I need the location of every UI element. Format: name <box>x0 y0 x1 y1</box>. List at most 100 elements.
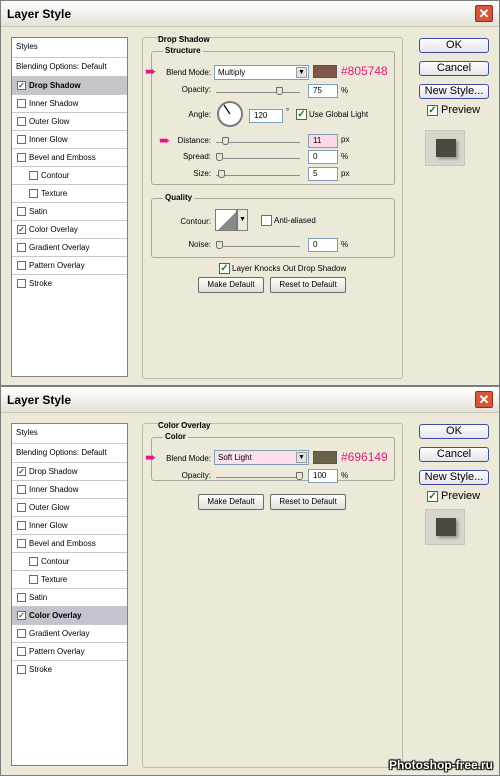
spread-slider-track[interactable] <box>216 158 300 159</box>
checkbox-icon[interactable] <box>29 171 38 180</box>
sidebar-item-gradient-overlay[interactable]: Gradient Overlay <box>12 625 127 643</box>
size-slider-track[interactable] <box>216 175 300 176</box>
checkbox-icon[interactable] <box>17 261 26 270</box>
sidebar-item-texture[interactable]: Texture <box>12 571 127 589</box>
close-icon[interactable]: ✕ <box>475 5 493 22</box>
preview-checkbox[interactable]: ✓ <box>427 105 438 116</box>
checkbox-icon[interactable] <box>17 243 26 252</box>
ok-button[interactable]: OK <box>419 38 489 53</box>
checkbox-icon[interactable] <box>17 539 26 548</box>
sidebar-item-color-overlay[interactable]: ✓ Color Overlay <box>12 607 127 625</box>
sidebar-item-satin[interactable]: Satin <box>12 589 127 607</box>
blend-mode-value: Soft Light <box>218 453 252 462</box>
make-default-button[interactable]: Make Default <box>198 277 264 293</box>
checkbox-icon[interactable] <box>17 153 26 162</box>
preview-thumbnail <box>425 509 465 545</box>
reset-to-default-button[interactable]: Reset to Default <box>270 277 346 293</box>
blend-mode-select[interactable]: Soft Light ▼ <box>214 450 309 465</box>
sidebar-item-bevel-emboss[interactable]: Bevel and Emboss <box>12 149 127 167</box>
sidebar-item-drop-shadow[interactable]: ✓ Drop Shadow <box>12 77 127 95</box>
title-bar: Layer Style ✕ <box>1 387 499 413</box>
sidebar-item-bevel-emboss[interactable]: Bevel and Emboss <box>12 535 127 553</box>
cancel-button[interactable]: Cancel <box>419 61 489 76</box>
sidebar-item-inner-shadow[interactable]: Inner Shadow <box>12 95 127 113</box>
use-global-light-checkbox[interactable]: ✓ <box>296 109 307 120</box>
checkbox-icon[interactable] <box>17 485 26 494</box>
reset-to-default-button[interactable]: Reset to Default <box>270 494 346 510</box>
sidebar-item-contour[interactable]: Contour <box>12 167 127 185</box>
checkbox-icon[interactable] <box>17 99 26 108</box>
anti-aliased-checkbox[interactable] <box>261 215 272 226</box>
checkbox-icon[interactable] <box>29 575 38 584</box>
checkbox-icon[interactable] <box>29 557 38 566</box>
sidebar-item-gradient-overlay[interactable]: Gradient Overlay <box>12 239 127 257</box>
ok-button[interactable]: OK <box>419 424 489 439</box>
checkbox-icon[interactable] <box>17 665 26 674</box>
distance-input[interactable]: 11 <box>308 134 338 148</box>
sidebar-item-contour[interactable]: Contour <box>12 553 127 571</box>
noise-slider-thumb[interactable] <box>216 241 223 249</box>
sidebar-styles[interactable]: Styles <box>12 38 127 58</box>
checkbox-icon[interactable] <box>17 593 26 602</box>
overlay-color-swatch[interactable] <box>313 451 337 464</box>
size-input[interactable]: 5 <box>308 167 338 181</box>
opacity-input[interactable]: 100 <box>308 469 338 483</box>
angle-input[interactable]: 120 <box>249 109 283 123</box>
opacity-input[interactable]: 75 <box>308 84 338 98</box>
checkbox-icon[interactable] <box>29 189 38 198</box>
sidebar-item-stroke[interactable]: Stroke <box>12 275 127 293</box>
sidebar-item-inner-glow[interactable]: Inner Glow <box>12 517 127 535</box>
checkbox-icon[interactable] <box>17 521 26 530</box>
sidebar-item-outer-glow[interactable]: Outer Glow <box>12 499 127 517</box>
sidebar-item-stroke[interactable]: Stroke <box>12 661 127 679</box>
checkbox-icon[interactable]: ✓ <box>17 225 26 234</box>
checkbox-icon[interactable] <box>17 135 26 144</box>
opacity-slider-thumb[interactable] <box>296 472 303 480</box>
checkbox-icon[interactable] <box>17 117 26 126</box>
opacity-slider-thumb[interactable] <box>276 87 283 95</box>
checkbox-icon[interactable] <box>17 503 26 512</box>
checkbox-icon[interactable] <box>17 647 26 656</box>
opacity-slider-track[interactable] <box>216 92 300 93</box>
contour-picker[interactable] <box>215 209 237 231</box>
cancel-button[interactable]: Cancel <box>419 447 489 462</box>
noise-label: Noise: <box>188 240 211 249</box>
preview-checkbox[interactable]: ✓ <box>427 491 438 502</box>
sidebar-blending-options[interactable]: Blending Options: Default <box>12 444 127 463</box>
sidebar-item-pattern-overlay[interactable]: Pattern Overlay <box>12 257 127 275</box>
close-icon[interactable]: ✕ <box>475 391 493 408</box>
distance-slider-thumb[interactable] <box>221 137 229 145</box>
sidebar-item-drop-shadow[interactable]: ✓ Drop Shadow <box>12 463 127 481</box>
sidebar-styles[interactable]: Styles <box>12 424 127 444</box>
sidebar-item-outer-glow[interactable]: Outer Glow <box>12 113 127 131</box>
noise-input[interactable]: 0 <box>308 238 338 252</box>
sidebar-item-satin[interactable]: Satin <box>12 203 127 221</box>
make-default-button[interactable]: Make Default <box>198 494 264 510</box>
checkbox-icon[interactable]: ✓ <box>17 467 26 476</box>
checkbox-icon[interactable] <box>17 279 26 288</box>
sidebar-item-texture[interactable]: Texture <box>12 185 127 203</box>
checkbox-icon[interactable] <box>17 207 26 216</box>
new-style-button[interactable]: New Style... <box>419 470 489 485</box>
sidebar-blending-options[interactable]: Blending Options: Default <box>12 58 127 77</box>
chevron-down-icon: ▼ <box>296 452 307 463</box>
sidebar-item-inner-glow[interactable]: Inner Glow <box>12 131 127 149</box>
size-slider-thumb[interactable] <box>218 170 226 178</box>
blend-mode-select[interactable]: Multiply ▼ <box>214 65 309 80</box>
checkbox-icon[interactable] <box>17 629 26 638</box>
checkbox-icon[interactable]: ✓ <box>17 81 26 90</box>
distance-slider-track[interactable] <box>216 142 300 143</box>
sidebar-item-color-overlay[interactable]: ✓ Color Overlay <box>12 221 127 239</box>
opacity-slider-track[interactable] <box>216 477 300 478</box>
sidebar-item-pattern-overlay[interactable]: Pattern Overlay <box>12 643 127 661</box>
knocks-out-checkbox[interactable]: ✓ <box>219 263 230 274</box>
new-style-button[interactable]: New Style... <box>419 84 489 99</box>
shadow-color-swatch[interactable] <box>313 65 337 78</box>
chevron-down-icon[interactable]: ▼ <box>237 209 248 231</box>
spread-slider-thumb[interactable] <box>216 153 223 161</box>
checkbox-icon[interactable]: ✓ <box>17 611 26 620</box>
spread-input[interactable]: 0 <box>308 150 338 164</box>
angle-dial[interactable] <box>217 101 243 127</box>
noise-slider-track[interactable] <box>216 246 300 247</box>
sidebar-item-inner-shadow[interactable]: Inner Shadow <box>12 481 127 499</box>
